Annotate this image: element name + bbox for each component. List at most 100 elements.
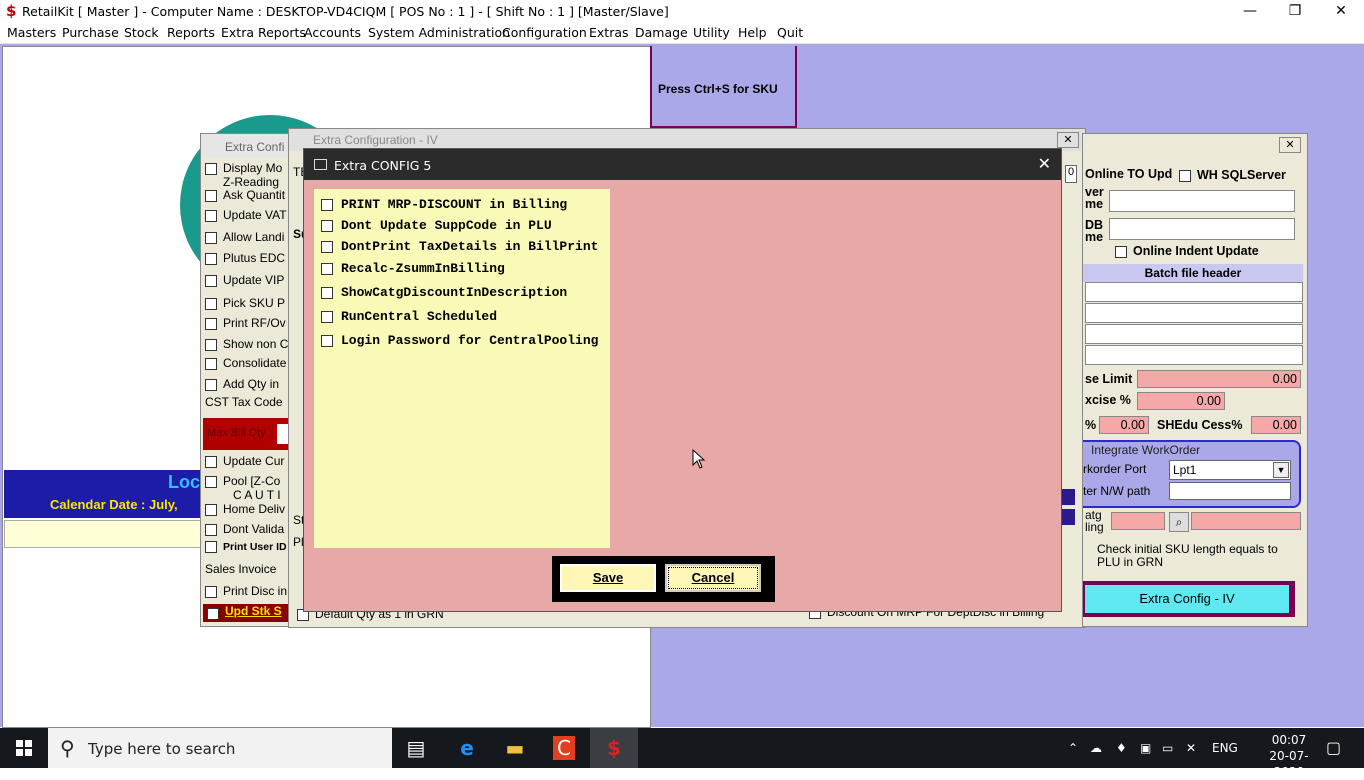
network-icon[interactable]: ▭ [1162,728,1173,768]
nw-path-input[interactable] [1169,482,1291,500]
checkbox[interactable] [205,189,217,202]
option-row[interactable]: Pool [Z-Co C A U T I [205,474,281,502]
option-print-mrp-discount[interactable]: PRINT MRP-DISCOUNT in Billing [321,197,567,212]
app-c-icon[interactable]: C [540,728,588,768]
percent-input[interactable]: 0.00 [1099,416,1149,434]
option-row[interactable]: Display Mo Z-Reading [205,161,282,189]
show-hidden-icons-icon[interactable]: ⌃ [1068,728,1078,768]
menu-purchase[interactable]: Purchase [62,25,119,40]
wh-sqlserver-checkbox[interactable]: WH SQLServer [1179,168,1286,182]
option-row[interactable]: Pick SKU P [205,296,285,310]
checkbox[interactable] [205,162,217,175]
menu-extra-reports[interactable]: Extra Reports [221,25,306,40]
option-row[interactable]: Home Deliv [205,502,285,516]
shedu-cess-input[interactable]: 0.00 [1251,416,1301,434]
checkbox[interactable] [205,274,217,287]
batch-header-line-2[interactable] [1085,303,1303,323]
cancel-button[interactable]: Cancel [665,564,761,592]
close-button[interactable]: ✕ [1057,132,1079,148]
db-name-input[interactable] [1109,218,1295,240]
microphone-icon[interactable]: ♦ [1116,728,1127,768]
option-row[interactable]: Update VAT [205,208,287,222]
option-recalc-zsumm[interactable]: Recalc-ZsummInBilling [321,261,505,276]
task-view-icon[interactable]: ▤ [392,728,440,768]
checkbox[interactable] [205,338,217,351]
menu-stock[interactable]: Stock [124,25,159,40]
checkbox[interactable] [1179,169,1191,182]
option-row[interactable]: Plutus EDC [205,251,285,265]
menu-reports[interactable]: Reports [167,25,215,40]
taskbar-search[interactable]: ⚲ Type here to search [48,728,392,768]
batch-header-line-1[interactable] [1085,282,1303,302]
option-runcentral-scheduled[interactable]: RunCentral Scheduled [321,309,497,324]
checkbox[interactable] [321,219,333,232]
option-row[interactable]: Add Qty in [205,377,279,391]
onedrive-icon[interactable]: ☁ [1090,728,1102,768]
menu-extras[interactable]: Extras [589,25,629,40]
checkbox[interactable] [205,503,217,516]
close-button[interactable]: ✕ [1318,0,1364,23]
menu-utility[interactable]: Utility [693,25,730,40]
option-row[interactable]: Update VIP [205,273,284,287]
chevron-down-icon[interactable]: ▼ [1273,462,1289,478]
menu-system-administration[interactable]: System Administration [368,25,510,40]
excise-input[interactable]: 0.00 [1137,392,1225,410]
checkbox[interactable] [321,240,333,253]
option-row[interactable]: Update Cur [205,454,284,468]
option-row[interactable]: Consolidate [205,356,286,370]
option-row[interactable]: Print Disc in [205,584,287,598]
save-button[interactable]: Save [560,564,656,592]
option-row[interactable]: Allow Landi [205,230,284,244]
file-explorer-icon[interactable]: ▬ [491,728,539,768]
option-row[interactable]: Show non C [205,337,288,351]
storage-icon[interactable]: ▣ [1140,728,1151,768]
catg-input[interactable] [1111,512,1165,530]
dialog-close-button[interactable]: ✕ [1038,154,1051,173]
batch-header-line-3[interactable] [1085,324,1303,344]
checkbox[interactable] [205,523,217,536]
workorder-port-select[interactable]: Lpt1 ▼ [1169,460,1291,480]
option-row[interactable]: Print RF/Ov [205,316,286,330]
menu-quit[interactable]: Quit [777,25,803,40]
menu-masters[interactable]: Masters [7,25,56,40]
use-limit-input[interactable]: 0.00 [1137,370,1301,388]
binoculars-icon[interactable]: ⌕ [1169,512,1189,532]
checkbox[interactable] [205,378,217,391]
checkbox[interactable] [321,198,333,211]
checkbox[interactable] [321,286,333,299]
checkbox[interactable] [205,585,217,598]
clock[interactable]: 00:07 20-07-2020 [1262,728,1316,779]
close-button[interactable]: ✕ [1279,137,1301,153]
checkbox[interactable] [205,357,217,370]
online-indent-checkbox[interactable]: Online Indent Update [1115,244,1259,258]
checkbox[interactable] [207,608,219,620]
checkbox[interactable] [205,209,217,222]
option-dont-update-suppcode[interactable]: Dont Update SuppCode in PLU [321,218,552,233]
notifications-icon[interactable]: ▢ [1326,728,1341,768]
extra-config-iv-button[interactable]: Extra Config - IV [1085,585,1289,613]
restore-button[interactable]: ❐ [1272,0,1318,23]
minimize-button[interactable]: — [1227,0,1273,23]
start-button[interactable] [0,728,48,768]
menu-accounts[interactable]: Accounts [304,25,361,40]
option-dontprint-taxdetails[interactable]: DontPrint TaxDetails in BillPrint [321,239,598,254]
option-show-catg-discount[interactable]: ShowCatgDiscountInDescription [321,285,567,300]
checkbox[interactable] [205,231,217,244]
upd-stk-row[interactable]: Upd Stk S [203,604,291,622]
catg-description-input[interactable] [1191,512,1301,530]
checkbox[interactable] [205,541,217,554]
checkbox[interactable] [205,317,217,330]
volume-icon[interactable]: ✕ [1186,728,1196,768]
checkbox[interactable] [321,310,333,323]
checkbox[interactable] [205,252,217,265]
server-name-input[interactable] [1109,190,1295,212]
checkbox[interactable] [1115,245,1127,258]
checkbox[interactable] [205,297,217,310]
option-login-password-centralpooling[interactable]: Login Password for CentralPooling [321,333,598,348]
menu-damage[interactable]: Damage [635,25,688,40]
checkbox[interactable] [205,455,217,468]
checkbox[interactable] [321,262,333,275]
retailkit-taskbar-icon[interactable]: $ [590,728,638,768]
option-row[interactable]: Ask Quantit [205,188,285,202]
checkbox[interactable] [321,334,333,347]
